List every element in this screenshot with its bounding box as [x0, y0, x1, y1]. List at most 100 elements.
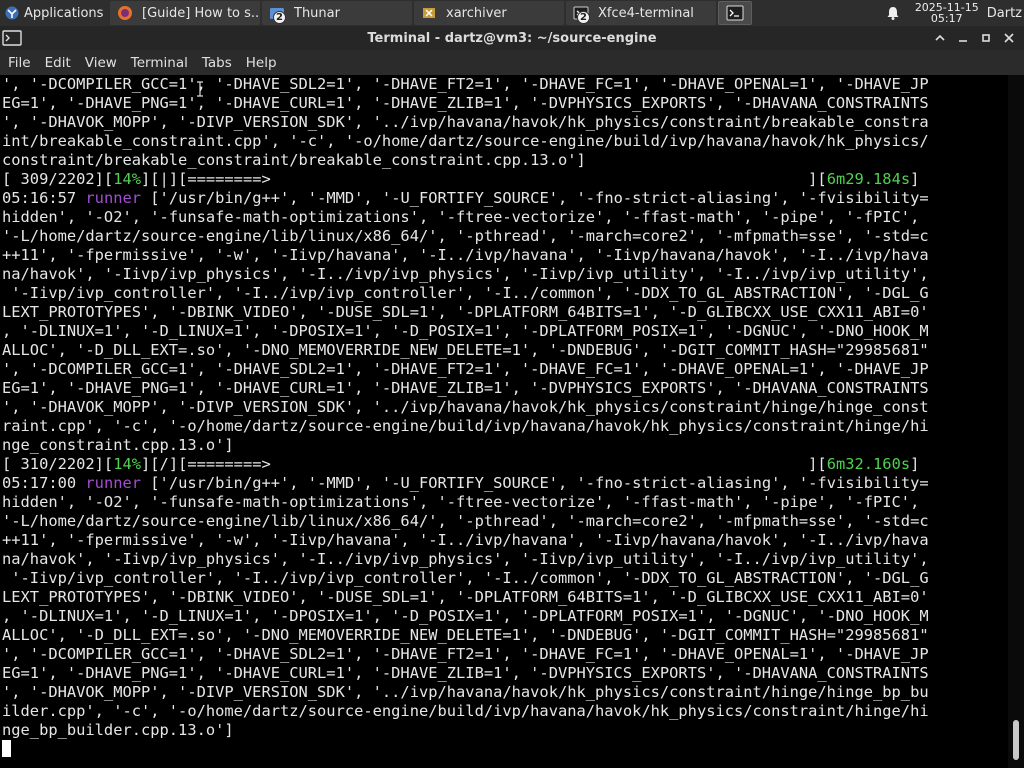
terminal-line: ++11', '-fpermissive', '-w', '-Iivp/hava… — [2, 246, 1008, 265]
menu-tabs[interactable]: Tabs — [195, 55, 239, 71]
terminal-line: hidden', '-O2', '-funsafe-math-optimizat… — [2, 493, 1008, 512]
menu-terminal[interactable]: Terminal — [124, 55, 195, 71]
terminal-text: LEXT_PROTOTYPES', '-DBINK_VIDEO', '-DUSE… — [2, 303, 929, 321]
firefox-icon — [116, 4, 134, 22]
terminal-line: '-L/home/dartz/source-engine/lib/linux/x… — [2, 227, 1008, 246]
terminal-cursor — [2, 740, 11, 757]
taskbar-item-label: [Guide] How to s... — [142, 5, 260, 21]
terminal-text: na/havok', '-Iivp/ivp_physics', '-I../iv… — [2, 550, 929, 568]
terminal-line: [ 310/2202][14%][/][========> ][6m32.160… — [2, 455, 1008, 474]
terminal-icon[interactable] — [2, 28, 22, 48]
progress-text: 14% — [113, 455, 142, 473]
taskbar-item-xarchiver[interactable]: xarchiver — [414, 1, 564, 25]
terminal-line: ALLOC', '-D_DLL_EXT=.so', '-DNO_MEMOVERR… — [2, 626, 1008, 645]
terminal-text: constraint/breakable_constraint/breakabl… — [2, 151, 586, 169]
terminal-line: nge_constraint.cpp.13.o'] — [2, 436, 1008, 455]
menu-file[interactable]: File — [1, 55, 38, 71]
taskbar-item-terminal[interactable]: 2 Xfce4-terminal — [566, 1, 716, 25]
terminal-text: EG=1', '-DHAVE_PNG=1', '-DHAVE_CURL=1', … — [2, 94, 929, 112]
terminal-line: , '-DLINUX=1', '-D_LINUX=1', '-DPOSIX=1'… — [2, 322, 1008, 341]
shade-button[interactable] — [928, 28, 951, 48]
terminal-text: ALLOC', '-D_DLL_EXT=.so', '-DNO_MEMOVERR… — [2, 341, 929, 359]
terminal-icon — [726, 5, 744, 21]
terminal-text: raint.cpp', '-c', '-o/home/dartz/source-… — [2, 417, 929, 435]
terminal-text: ['/usr/bin/g++', '-MMD', '-U_FORTIFY_SOU… — [141, 189, 929, 207]
terminal-line: ', '-DHAVOK_MOPP', '-DIVP_VERSION_SDK', … — [2, 113, 1008, 132]
terminal-text: ] — [910, 170, 920, 188]
terminal-line: ', '-DHAVOK_MOPP', '-DIVP_VERSION_SDK', … — [2, 683, 1008, 702]
terminal-line: 05:17:00 runner ['/usr/bin/g++', '-MMD',… — [2, 474, 1008, 493]
user-menu[interactable]: Dartz — [987, 6, 1022, 21]
close-icon — [1003, 33, 1014, 43]
terminal-text: hidden', '-O2', '-funsafe-math-optimizat… — [2, 493, 920, 511]
terminal-line: EG=1', '-DHAVE_PNG=1', '-DHAVE_CURL=1', … — [2, 379, 1008, 398]
terminal-text: ALLOC', '-D_DLL_EXT=.so', '-DNO_MEMOVERR… — [2, 626, 929, 644]
menu-help[interactable]: Help — [239, 55, 284, 71]
terminal-line: LEXT_PROTOTYPES', '-DBINK_VIDEO', '-DUSE… — [2, 303, 1008, 322]
menu-view[interactable]: View — [78, 55, 124, 71]
terminal-line: na/havok', '-Iivp/ivp_physics', '-I../iv… — [2, 550, 1008, 569]
terminal-text: na/havok', '-Iivp/ivp_physics', '-I../iv… — [2, 265, 929, 283]
terminal-line: LEXT_PROTOTYPES', '-DBINK_VIDEO', '-DUSE… — [2, 588, 1008, 607]
menubar: File Edit View Terminal Tabs Help — [0, 50, 1024, 75]
minimize-button[interactable] — [951, 28, 974, 48]
notification-bell-icon[interactable] — [885, 5, 901, 21]
terminal-output[interactable]: ', '-DCOMPILER_GCC=1', '-DHAVE_SDL2=1', … — [0, 75, 1008, 768]
maximize-button[interactable] — [974, 28, 997, 48]
terminal-text: LEXT_PROTOTYPES', '-DBINK_VIDEO', '-DUSE… — [2, 588, 929, 606]
terminal-line: ', '-DCOMPILER_GCC=1', '-DHAVE_SDL2=1', … — [2, 645, 1008, 664]
terminal-text: , '-DLINUX=1', '-D_LINUX=1', '-DPOSIX=1'… — [2, 322, 929, 340]
taskbar-item-label: Xfce4-terminal — [598, 5, 694, 21]
clock-time: 05:17 — [930, 12, 963, 25]
terminal-line: ', '-DCOMPILER_GCC=1', '-DHAVE_SDL2=1', … — [2, 360, 1008, 379]
taskbar-item-label: xarchiver — [446, 5, 507, 21]
scrollbar-thumb[interactable] — [1013, 720, 1019, 760]
menu-edit[interactable]: Edit — [38, 55, 78, 71]
terminal-line: 05:16:57 runner ['/usr/bin/g++', '-MMD',… — [2, 189, 1008, 208]
terminal-line: , '-DLINUX=1', '-D_LINUX=1', '-DPOSIX=1'… — [2, 607, 1008, 626]
terminal-line: ilder.cpp', '-c', '-o/home/dartz/source-… — [2, 702, 1008, 721]
terminal-text: hidden', '-O2', '-funsafe-math-optimizat… — [2, 208, 920, 226]
terminal-scrollbar[interactable] — [1008, 75, 1024, 768]
terminal-text: ][|][========> ][ — [141, 170, 827, 188]
terminal-text: ', '-DHAVOK_MOPP', '-DIVP_VERSION_SDK', … — [2, 113, 929, 131]
terminal-line: '-L/home/dartz/source-engine/lib/linux/x… — [2, 512, 1008, 531]
terminal-text: int/breakable_constraint.cpp', '-c', '-o… — [2, 132, 929, 150]
terminal-text: '-L/home/dartz/source-engine/lib/linux/x… — [2, 512, 929, 530]
maximize-icon — [981, 34, 990, 42]
window-titlebar[interactable]: Terminal - dartz@vm3: ~/source-engine — [0, 26, 1024, 50]
terminal-text: ['/usr/bin/g++', '-MMD', '-U_FORTIFY_SOU… — [141, 474, 929, 492]
terminal-line: ', '-DCOMPILER_GCC=1', '-DHAVE_SDL2=1', … — [2, 75, 1008, 94]
terminal-line: nge_bp_builder.cpp.13.o'] — [2, 721, 1008, 740]
chevron-up-icon — [934, 34, 945, 41]
terminal-text: 05:16:57 — [2, 189, 86, 207]
terminal-line: hidden', '-O2', '-funsafe-math-optimizat… — [2, 208, 1008, 227]
clock[interactable]: 2025-11-15 05:17 — [915, 2, 979, 24]
taskbar-item-browser[interactable]: [Guide] How to s... — [110, 1, 260, 25]
terminal-text: EG=1', '-DHAVE_PNG=1', '-DHAVE_CURL=1', … — [2, 379, 929, 397]
terminal-line: constraint/breakable_constraint/breakabl… — [2, 151, 1008, 170]
terminal-line: '-Iivp/ivp_controller', '-I../ivp/ivp_co… — [2, 284, 1008, 303]
terminal-text: ++11', '-fpermissive', '-w', '-Iivp/hava… — [2, 531, 929, 549]
taskbar-item-label: Thunar — [294, 5, 340, 21]
taskbar-item-thunar[interactable]: 2 Thunar — [262, 1, 412, 25]
terminal-text: '-L/home/dartz/source-engine/lib/linux/x… — [2, 227, 929, 245]
terminal-line — [2, 740, 1008, 759]
text-cursor-ibeam-icon — [197, 81, 203, 97]
taskbar-item-active-terminal[interactable] — [718, 1, 752, 25]
minimize-icon — [958, 40, 967, 42]
window-count-badge: 2 — [577, 11, 590, 24]
terminal-text: ', '-DHAVOK_MOPP', '-DIVP_VERSION_SDK', … — [2, 683, 929, 701]
applications-menu-button[interactable]: Applications — [0, 0, 108, 26]
terminal-line: int/breakable_constraint.cpp', '-c', '-o… — [2, 132, 1008, 151]
window-title: Terminal - dartz@vm3: ~/source-engine — [367, 30, 657, 46]
xarchiver-icon — [420, 4, 438, 22]
terminal-text: ', '-DCOMPILER_GCC=1', '-DHAVE_SDL2=1', … — [2, 360, 929, 378]
close-button[interactable] — [997, 28, 1020, 48]
terminal-text: '-Iivp/ivp_controller', '-I../ivp/ivp_co… — [2, 284, 929, 302]
progress-text: 6m32.160s — [826, 455, 911, 473]
terminal-text: ', '-DCOMPILER_GCC=1', '-DHAVE_SDL2=1', … — [2, 645, 929, 663]
runner-label: runner — [85, 474, 142, 492]
terminal-line: ++11', '-fpermissive', '-w', '-Iivp/hava… — [2, 531, 1008, 550]
terminal-line: na/havok', '-Iivp/ivp_physics', '-I../iv… — [2, 265, 1008, 284]
